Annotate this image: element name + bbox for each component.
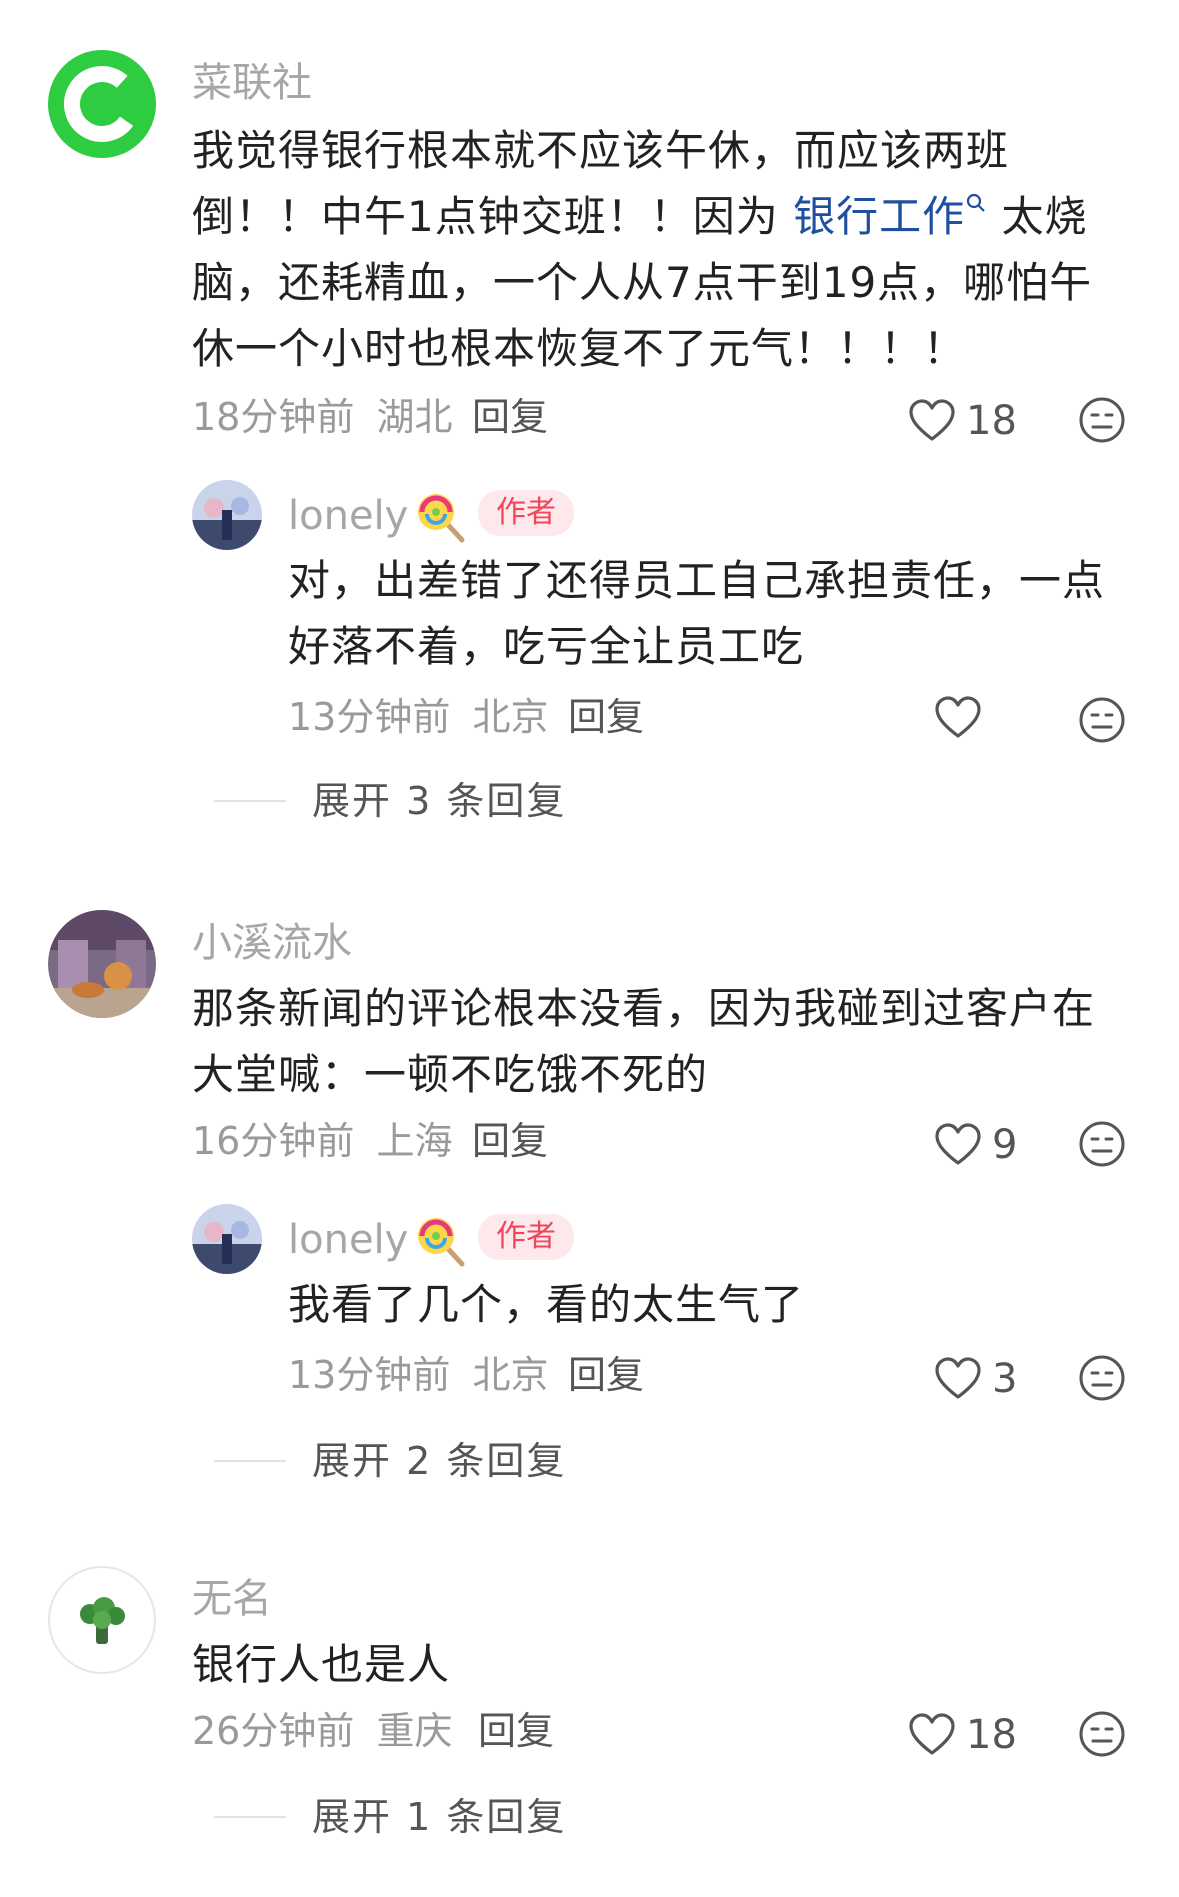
divider: [214, 1460, 286, 1462]
reply-button[interactable]: 回复: [472, 392, 548, 442]
avatar[interactable]: [192, 480, 262, 550]
meh-face-icon[interactable]: [1078, 1354, 1126, 1402]
timestamp: 13分钟前: [288, 1353, 451, 1397]
username-label: lonely: [288, 1217, 409, 1263]
username-label: lonely: [288, 493, 409, 539]
comment-meta: 13分钟前 北京: [288, 1350, 548, 1400]
username[interactable]: lonely: [288, 488, 468, 544]
divider: [214, 1816, 286, 1818]
comment-text: 那条新闻的评论根本没看，因为我碰到过客户在大堂喊：一顿不吃饿不死的: [192, 984, 1096, 1099]
like-button[interactable]: [934, 696, 992, 740]
author-badge: 作者: [478, 1214, 574, 1260]
expand-replies-button[interactable]: 展开 1 条回复: [312, 1792, 566, 1842]
reply-button[interactable]: 回复: [472, 1116, 548, 1166]
reply-button[interactable]: 回复: [568, 1350, 644, 1400]
location: 北京: [472, 695, 549, 739]
like-button[interactable]: 9: [934, 1120, 1017, 1170]
heart-icon: [934, 1357, 982, 1401]
author-badge: 作者: [478, 490, 574, 536]
like-count: 18: [966, 398, 1017, 444]
location: 上海: [376, 1119, 453, 1163]
avatar[interactable]: [48, 910, 156, 1018]
like-button[interactable]: 18: [908, 396, 1017, 446]
search-link-label: 银行工作: [793, 192, 966, 241]
heart-icon: [908, 1713, 956, 1757]
heart-icon: [934, 696, 982, 740]
search-link[interactable]: 银行工作: [793, 192, 987, 241]
comment-meta: 26分钟前 重庆: [192, 1706, 452, 1756]
comment-text: 对，出差错了还得员工自己承担责任，一点好落不着，吃亏全让员工吃: [288, 556, 1106, 671]
comment-meta: 13分钟前 北京: [288, 692, 548, 742]
like-count: 3: [992, 1356, 1018, 1402]
meh-face-icon[interactable]: [1078, 696, 1126, 744]
comment-meta: 16分钟前 上海: [192, 1116, 452, 1166]
lollipop-icon: [412, 1212, 468, 1268]
username[interactable]: 小溪流水: [192, 918, 352, 968]
heart-icon: [934, 1123, 982, 1167]
timestamp: 18分钟前: [192, 395, 355, 439]
avatar[interactable]: [192, 1204, 262, 1274]
like-count: 18: [966, 1712, 1017, 1758]
username[interactable]: 菜联社: [192, 58, 312, 108]
comment-text: 银行人也是人: [192, 1640, 451, 1689]
meh-face-icon[interactable]: [1078, 396, 1126, 444]
heart-icon: [908, 399, 956, 443]
expand-replies-button[interactable]: 展开 3 条回复: [312, 776, 566, 826]
comment-meta: 18分钟前 湖北: [192, 392, 452, 442]
meh-face-icon[interactable]: [1078, 1710, 1126, 1758]
divider: [214, 800, 286, 802]
username[interactable]: 无名: [192, 1574, 272, 1624]
like-button[interactable]: 3: [934, 1354, 1017, 1404]
timestamp: 26分钟前: [192, 1709, 355, 1753]
expand-replies-button[interactable]: 展开 2 条回复: [312, 1436, 566, 1486]
lollipop-icon: [412, 488, 468, 544]
location: 湖北: [376, 395, 453, 439]
reply-button[interactable]: 回复: [568, 692, 644, 742]
timestamp: 16分钟前: [192, 1119, 355, 1163]
location: 北京: [472, 1353, 549, 1397]
avatar[interactable]: [48, 50, 156, 158]
avatar[interactable]: [48, 1566, 156, 1674]
comment-text: 我觉得银行根本就不应该午休，而应该两班倒！！中午1点钟交班！！因为 银行工作 太…: [192, 118, 1132, 382]
meh-face-icon[interactable]: [1078, 1120, 1126, 1168]
comment-text: 我看了几个，看的太生气了: [288, 1280, 805, 1329]
timestamp: 13分钟前: [288, 695, 451, 739]
like-count: 9: [992, 1122, 1018, 1168]
like-button[interactable]: 18: [908, 1710, 1017, 1760]
username[interactable]: lonely: [288, 1212, 468, 1268]
location: 重庆: [376, 1709, 453, 1753]
reply-button[interactable]: 回复: [478, 1706, 554, 1756]
search-icon: [965, 192, 987, 214]
